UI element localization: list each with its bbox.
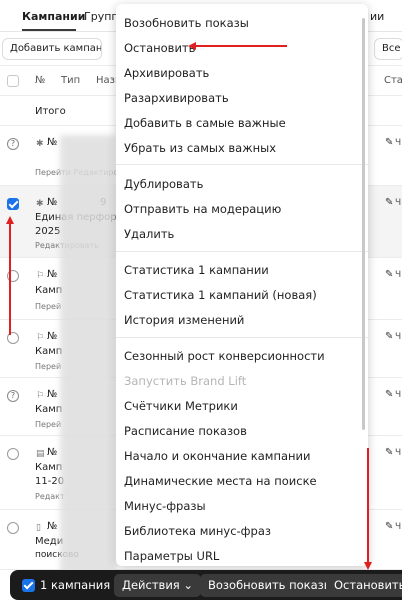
campaign-number: № bbox=[47, 137, 58, 148]
campaign-number: № bbox=[47, 521, 58, 532]
tab-ads-trunc[interactable]: ии bbox=[370, 10, 384, 23]
menu-item-schedule[interactable]: Расписание показов bbox=[124, 424, 247, 438]
total-label: Итого bbox=[35, 106, 66, 117]
actions-dropdown-menu: Возобновить показы Остановить Архивирова… bbox=[116, 4, 368, 566]
menu-item-metrika-counters[interactable]: Счётчики Метрики bbox=[124, 399, 238, 413]
menu-item-history[interactable]: История изменений bbox=[124, 313, 244, 327]
menu-item-dynamic-places[interactable]: Динамические места на поиске bbox=[124, 474, 317, 488]
menu-item-negative-library[interactable]: Библиотека минус-фраз bbox=[124, 524, 271, 538]
row-status-trunc: Ч bbox=[395, 332, 402, 342]
row-links[interactable]: Перей bbox=[35, 420, 61, 429]
menu-item-send-moderation[interactable]: Отправить на модерацию bbox=[124, 202, 281, 216]
menu-item-unarchive[interactable]: Разархивировать bbox=[124, 91, 229, 105]
select-all-checkbox[interactable] bbox=[7, 75, 19, 87]
campaign-number: № bbox=[47, 197, 58, 208]
edit-pencil-icon[interactable]: ✎ bbox=[385, 447, 393, 458]
menu-item-start-end[interactable]: Начало и окончание кампании bbox=[124, 449, 311, 463]
menu-separator bbox=[116, 337, 368, 338]
edit-pencil-icon[interactable]: ✎ bbox=[385, 389, 393, 400]
redacted-area bbox=[60, 135, 116, 575]
status-question-icon: ? bbox=[7, 390, 19, 402]
campaign-type-icon: ✱ bbox=[36, 199, 44, 209]
edit-pencil-icon[interactable]: ✎ bbox=[385, 137, 393, 148]
menu-item-stats[interactable]: Статистика 1 кампании bbox=[124, 263, 269, 277]
actions-label: Действия bbox=[122, 578, 180, 592]
campaign-name[interactable]: Камп bbox=[35, 462, 62, 473]
campaign-type-icon: ⚐ bbox=[36, 333, 45, 343]
add-campaign-button[interactable]: Добавить кампанию bbox=[2, 38, 102, 60]
edit-pencil-icon[interactable]: ✎ bbox=[385, 521, 393, 532]
campaign-type-icon: ⚐ bbox=[36, 391, 45, 401]
header-status[interactable]: Стат bbox=[384, 75, 402, 86]
edit-pencil-icon[interactable]: ✎ bbox=[385, 331, 393, 342]
campaign-name[interactable]: Камп bbox=[35, 404, 62, 415]
status-circle-icon bbox=[7, 270, 19, 282]
campaign-type-icon: ⚐ bbox=[36, 271, 45, 281]
campaign-type-icon: ✱ bbox=[36, 139, 44, 149]
edit-pencil-icon[interactable]: ✎ bbox=[385, 269, 393, 280]
stop-button[interactable]: Остановить bbox=[326, 574, 402, 597]
status-question-icon: ? bbox=[7, 138, 19, 150]
menu-item-delete[interactable]: Удалить bbox=[124, 227, 174, 241]
menu-separator bbox=[116, 251, 368, 252]
menu-item-seasonal-growth[interactable]: Сезонный рост конверсионности bbox=[124, 349, 325, 363]
row-status-trunc: Ч bbox=[395, 270, 402, 280]
header-type[interactable]: Тип bbox=[61, 75, 80, 86]
campaign-type-icon: ▤ bbox=[36, 449, 45, 459]
menu-item-stop[interactable]: Остановить bbox=[124, 41, 195, 55]
menu-item-negative-keywords[interactable]: Минус-фразы bbox=[124, 499, 206, 513]
edit-pencil-icon[interactable]: ✎ bbox=[385, 197, 393, 208]
row-links[interactable]: Перей bbox=[35, 362, 61, 371]
campaign-name-line2: 2025 bbox=[35, 226, 61, 237]
menu-item-resume[interactable]: Возобновить показы bbox=[124, 16, 249, 30]
campaign-name[interactable]: Камп bbox=[35, 346, 62, 357]
menu-separator bbox=[116, 164, 368, 165]
status-circle-icon bbox=[7, 448, 19, 460]
tab-campaigns[interactable]: Кампании bbox=[22, 10, 85, 23]
menu-item-remove-important[interactable]: Убрать из самых важных bbox=[124, 141, 276, 155]
bottom-action-bar: 1 кампания Действия ⌄ Возобновить показы… bbox=[10, 570, 402, 600]
row-checkbox[interactable] bbox=[7, 198, 19, 210]
campaign-name[interactable]: Камп bbox=[35, 285, 62, 296]
campaign-number: № bbox=[47, 389, 58, 400]
row-status-trunc: Ч bbox=[395, 198, 402, 208]
menu-item-add-important[interactable]: Добавить в самые важные bbox=[124, 116, 286, 130]
menu-item-stats-new[interactable]: Статистика 1 кампаний (новая) bbox=[124, 288, 317, 302]
bottom-bar-checkbox[interactable] bbox=[22, 579, 35, 592]
status-circle-icon bbox=[7, 332, 19, 344]
row-links[interactable]: Перей bbox=[35, 302, 61, 311]
filter-pill[interactable]: Все bbox=[374, 38, 402, 60]
actions-button[interactable]: Действия ⌄ bbox=[114, 574, 202, 597]
menu-scrollbar[interactable] bbox=[362, 18, 365, 430]
menu-item-url-params[interactable]: Параметры URL bbox=[124, 549, 219, 563]
selected-count-label: 1 кампания bbox=[40, 578, 111, 592]
header-number[interactable]: № bbox=[35, 75, 45, 86]
row-status-trunc: Ч bbox=[395, 138, 402, 148]
active-tab-indicator bbox=[22, 29, 76, 31]
row-status-trunc: Ч bbox=[395, 522, 402, 532]
status-circle-icon bbox=[7, 522, 19, 534]
row-status-trunc: Ч bbox=[395, 390, 402, 400]
menu-item-brand-lift: Запустить Brand Lift bbox=[124, 374, 247, 388]
menu-item-duplicate[interactable]: Дублировать bbox=[124, 177, 203, 191]
campaign-number: № bbox=[47, 269, 58, 280]
campaign-name[interactable]: Меди bbox=[35, 536, 63, 547]
menu-item-archive[interactable]: Архивировать bbox=[124, 66, 209, 80]
campaign-type-icon: ▯ bbox=[36, 523, 41, 533]
campaign-number: № bbox=[47, 447, 58, 458]
campaign-number: № bbox=[47, 331, 58, 342]
row-status-trunc: Ч bbox=[395, 448, 402, 458]
resume-shows-button[interactable]: Возобновить показы bbox=[200, 574, 341, 597]
chevron-down-icon: ⌄ bbox=[183, 578, 194, 592]
